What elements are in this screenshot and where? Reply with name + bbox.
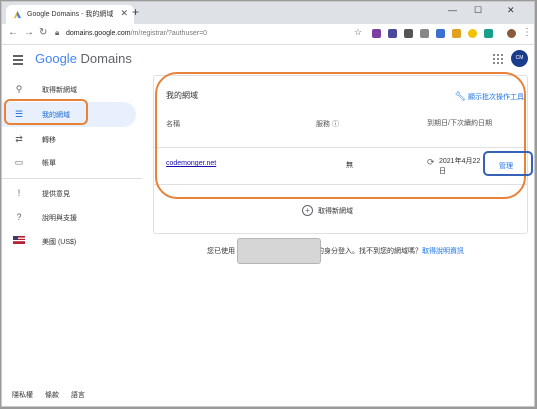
sidebar-item-label: 取得新網域 [42,87,77,94]
get-new-domain-label: 取得新網域 [318,208,353,215]
signed-in-prefix: 您已使用 [207,248,235,255]
google-domains-logo[interactable]: Google Domains [35,51,132,66]
help-icon: ? [16,212,22,222]
help-link[interactable]: 取得說明資訊 [422,248,464,255]
avatar[interactable]: CM [511,50,528,67]
language-link[interactable]: 語言 [71,392,85,399]
credit-card-icon: ▭ [14,157,24,167]
extension-icon[interactable] [452,29,461,38]
new-tab-button[interactable]: + [132,5,139,19]
extension-icon[interactable] [436,29,445,38]
redacted-email-box [237,238,321,264]
terms-link[interactable]: 條款 [45,392,59,399]
sidebar-item-help[interactable]: ? 說明與支援 [2,205,136,230]
extension-icon[interactable] [404,29,413,38]
sidebar-item-currency[interactable]: 美國 (US$) [2,229,136,254]
get-new-domain-button[interactable]: + 取得新網域 [302,205,353,216]
minimize-button[interactable]: — [448,5,457,15]
browser-window: Google Domains - 我的網域 ✕ + — ☐ ✕ ← → ↻ 🔒︎… [1,1,535,407]
sidebar-item-label: 轉移 [42,137,56,144]
tab-close-icon[interactable]: ✕ [120,8,128,19]
highlight-my-domains [4,99,88,125]
extension-icon[interactable] [420,29,429,38]
apps-grid-icon[interactable] [493,54,503,64]
extension-icon[interactable] [468,29,477,38]
google-domains-favicon-icon [13,10,22,19]
sidebar-divider [2,178,142,179]
sidebar-item-transfer[interactable]: ⇄ 轉移 [2,127,136,152]
url-path: /m/registrar/?authuser=0 [130,30,208,37]
browser-tab[interactable]: Google Domains - 我的網域 ✕ [6,5,134,24]
transfer-icon: ⇄ [15,134,23,144]
app-header: Google Domains CM [2,45,534,75]
lock-icon[interactable]: 🔒︎ [55,28,59,38]
extension-icon[interactable] [388,29,397,38]
highlight-manage-button [483,151,533,176]
signed-in-suffix: 的身分登入。找不到您的網域嗎？ [317,248,422,255]
browser-menu-icon[interactable]: ⋮ [522,27,532,38]
highlight-domains-table [155,72,526,199]
back-icon[interactable]: ← [8,27,18,38]
sidebar-item-feedback[interactable]: ! 提供意見 [2,181,136,206]
forward-icon[interactable]: → [24,27,34,38]
sidebar-item-label: 帳單 [42,160,56,167]
bookmark-star-icon[interactable]: ☆ [354,27,362,38]
address-bar[interactable]: domains.google.com/m/registrar/?authuser… [66,27,366,40]
tab-bar: Google Domains - 我的網域 ✕ + — ☐ ✕ [2,2,534,24]
tab-title: Google Domains - 我的網域 [27,11,114,18]
feedback-icon: ! [17,188,21,198]
profile-icon[interactable] [507,29,516,38]
sidebar-item-billing[interactable]: ▭ 帳單 [2,150,136,175]
add-icon: + [302,205,313,216]
sidebar-item-label: 說明與支援 [42,215,77,222]
sidebar-item-label: 美國 (US$) [42,239,77,246]
us-flag-icon [13,236,25,247]
maximize-button[interactable]: ☐ [474,5,482,16]
privacy-link[interactable]: 隱私權 [12,392,33,399]
reload-icon[interactable]: ↻ [39,27,47,38]
sidebar-footer: 隱私權 條款 語言 [12,390,95,400]
extension-icon[interactable] [372,29,381,38]
logo-domains: Domains [80,51,132,66]
hamburger-menu-icon[interactable] [13,55,23,67]
search-icon: ⚲ [15,84,23,94]
sidebar-item-label: 提供意見 [42,191,70,198]
url-host: domains.google.com [66,30,131,37]
window-close-button[interactable]: ✕ [507,5,515,16]
extension-icon[interactable] [484,29,493,38]
browser-toolbar: ← → ↻ 🔒︎ domains.google.com/m/registrar/… [2,24,534,45]
logo-google: Google [35,51,77,66]
